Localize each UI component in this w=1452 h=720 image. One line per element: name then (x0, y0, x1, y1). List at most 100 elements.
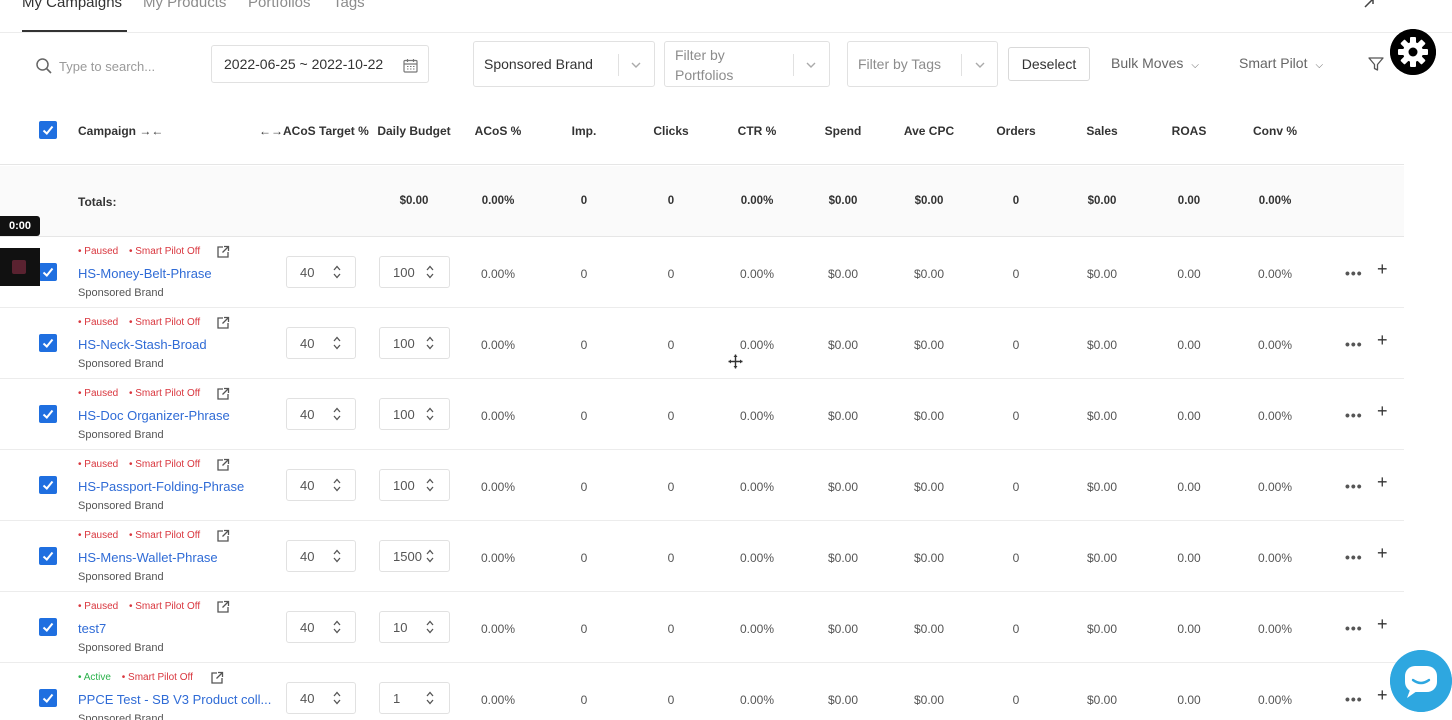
row-checkbox[interactable] (39, 618, 57, 636)
row-checkbox[interactable] (39, 334, 57, 352)
stepper-arrows-icon[interactable] (426, 335, 434, 351)
more-icon[interactable]: ••• (1345, 620, 1363, 636)
daily-budget-stepper[interactable]: 100 (379, 469, 450, 501)
external-link-icon[interactable] (216, 600, 230, 614)
tags-filter-select[interactable]: Filter by Tags (847, 41, 998, 87)
stepper-arrows-icon[interactable] (426, 406, 434, 422)
campaign-name-link[interactable]: HS-Mens-Wallet-Phrase (78, 550, 218, 565)
acos-target-stepper[interactable]: 40 (286, 682, 356, 714)
row-checkbox[interactable] (39, 547, 57, 565)
stepper-arrows-icon[interactable] (333, 264, 341, 280)
daily-budget-stepper[interactable]: 100 (379, 256, 450, 288)
filter-icon[interactable] (1367, 55, 1385, 73)
plus-icon[interactable]: + (1377, 330, 1388, 351)
stepper-arrows-icon[interactable] (426, 477, 434, 493)
daily-budget-stepper[interactable]: 1500 (379, 540, 450, 572)
plus-icon[interactable]: + (1377, 614, 1388, 635)
campaign-name-link[interactable]: HS-Doc Organizer-Phrase (78, 408, 230, 423)
plus-icon[interactable]: + (1377, 401, 1388, 422)
column-header-daily-budget[interactable]: Daily Budget (377, 124, 450, 138)
plus-icon[interactable]: + (1377, 685, 1388, 706)
acos-target-stepper[interactable]: 40 (286, 540, 356, 572)
stepper-arrows-icon[interactable] (426, 264, 434, 280)
acos-target-stepper[interactable]: 40 (286, 611, 356, 643)
column-header-campaign[interactable]: Campaign →← (78, 124, 163, 138)
daily-budget-stepper[interactable]: 100 (379, 398, 450, 430)
stepper-arrows-icon[interactable] (333, 477, 341, 493)
stepper-arrows-icon[interactable] (426, 619, 434, 635)
more-icon[interactable]: ••• (1345, 265, 1363, 281)
daily-budget-stepper[interactable]: 1 (379, 682, 450, 714)
sales-cell: $0.00 (1086, 338, 1118, 352)
external-link-icon[interactable] (216, 458, 230, 472)
stepper-arrows-icon[interactable] (333, 335, 341, 351)
external-link-icon[interactable] (216, 316, 230, 330)
resize-arrows-icon[interactable]: →← (139, 124, 163, 138)
row-checkbox[interactable] (39, 405, 57, 423)
roas-cell: 0.00 (1177, 551, 1201, 565)
bulk-moves-dropdown[interactable]: Bulk Moves ⌵ (1111, 55, 1199, 71)
acos-target-stepper[interactable]: 40 (286, 398, 356, 430)
column-header-sales[interactable]: Sales (1086, 124, 1117, 138)
tab-my-campaigns[interactable]: My Campaigns (22, 0, 122, 11)
date-range-picker[interactable]: 2022-06-25 ~ 2022-10-22 (211, 45, 429, 83)
column-header-acos-target[interactable]: ←→ACoS Target % (259, 124, 369, 138)
ctr-cell: 0.00% (739, 480, 775, 494)
campaign-name-link[interactable]: test7 (78, 621, 106, 636)
row-checkbox[interactable] (39, 263, 57, 281)
stop-recording-button[interactable] (0, 248, 40, 286)
column-header-impressions[interactable]: Imp. (572, 124, 597, 138)
resize-arrows-icon[interactable]: ←→ (259, 124, 283, 138)
more-icon[interactable]: ••• (1345, 336, 1363, 352)
top-tabs: My Campaigns My Products Portfolios Tags (0, 0, 1452, 33)
acos-target-stepper[interactable]: 40 (286, 256, 356, 288)
deselect-button[interactable]: Deselect (1008, 47, 1090, 81)
row-checkbox[interactable] (39, 689, 57, 707)
column-header-ctr[interactable]: CTR % (738, 124, 777, 138)
stepper-arrows-icon[interactable] (333, 406, 341, 422)
external-link-icon[interactable] (216, 245, 230, 259)
tab-my-products[interactable]: My Products (143, 0, 226, 11)
select-all-checkbox[interactable] (39, 121, 57, 139)
column-header-orders[interactable]: Orders (996, 124, 1035, 138)
stepper-arrows-icon[interactable] (426, 690, 434, 706)
plus-icon[interactable]: + (1377, 543, 1388, 564)
campaign-name-link[interactable]: PPCE Test - SB V3 Product coll... (78, 692, 271, 707)
more-icon[interactable]: ••• (1345, 549, 1363, 565)
more-icon[interactable]: ••• (1345, 407, 1363, 423)
column-header-ave-cpc[interactable]: Ave CPC (904, 124, 954, 138)
stepper-arrows-icon[interactable] (426, 548, 434, 564)
search-input[interactable] (59, 55, 199, 77)
tab-tags[interactable]: Tags (333, 0, 365, 11)
plus-icon[interactable]: + (1377, 259, 1388, 280)
portfolio-filter-select[interactable]: Filter by Portfolios (664, 41, 830, 87)
plus-icon[interactable]: + (1377, 472, 1388, 493)
column-header-spend[interactable]: Spend (825, 124, 862, 138)
acos-target-stepper[interactable]: 40 (286, 327, 356, 359)
column-header-clicks[interactable]: Clicks (653, 124, 688, 138)
more-icon[interactable]: ••• (1345, 478, 1363, 494)
daily-budget-stepper[interactable]: 10 (379, 611, 450, 643)
campaign-type-select[interactable]: Sponsored Brand (473, 41, 655, 87)
tab-portfolios[interactable]: Portfolios (248, 0, 311, 11)
stepper-arrows-icon[interactable] (333, 690, 341, 706)
column-header-roas[interactable]: ROAS (1172, 124, 1207, 138)
more-icon[interactable]: ••• (1345, 691, 1363, 707)
row-checkbox[interactable] (39, 476, 57, 494)
external-link-icon[interactable] (216, 529, 230, 543)
campaign-name-link[interactable]: HS-Passport-Folding-Phrase (78, 479, 244, 494)
external-link-icon[interactable] (216, 387, 230, 401)
stepper-arrows-icon[interactable] (333, 548, 341, 564)
campaign-name-link[interactable]: HS-Money-Belt-Phrase (78, 266, 212, 281)
expand-icon[interactable] (1362, 0, 1378, 10)
smart-pilot-dropdown[interactable]: Smart Pilot ⌵ (1239, 55, 1323, 71)
gear-icon[interactable] (1390, 29, 1436, 75)
stepper-arrows-icon[interactable] (333, 619, 341, 635)
campaign-name-link[interactable]: HS-Neck-Stash-Broad (78, 337, 207, 352)
column-header-conv[interactable]: Conv % (1253, 124, 1297, 138)
daily-budget-stepper[interactable]: 100 (379, 327, 450, 359)
chat-icon[interactable] (1390, 650, 1452, 712)
column-header-acos[interactable]: ACoS % (475, 124, 522, 138)
acos-target-stepper[interactable]: 40 (286, 469, 356, 501)
external-link-icon[interactable] (210, 671, 224, 685)
